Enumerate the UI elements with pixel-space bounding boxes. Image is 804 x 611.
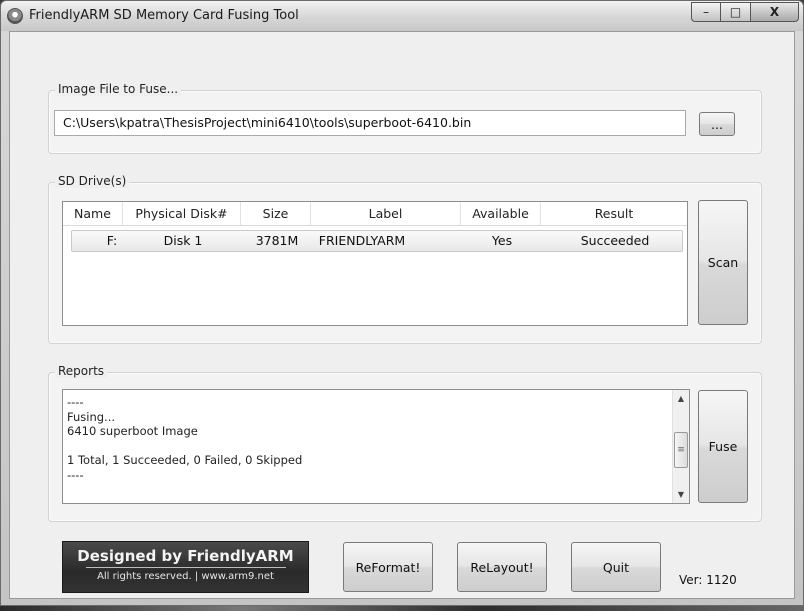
- minimize-button[interactable]: –: [691, 2, 721, 22]
- reformat-button[interactable]: ReFormat!: [343, 542, 433, 592]
- close-button[interactable]: X: [751, 2, 799, 22]
- drive-list-header: Name Physical Disk# Size Label Available…: [63, 202, 687, 226]
- drive-list[interactable]: Name Physical Disk# Size Label Available…: [62, 201, 688, 326]
- sd-drives-legend: SD Drive(s): [55, 174, 130, 188]
- column-header-physical-disk[interactable]: Physical Disk#: [123, 202, 241, 226]
- drive-row[interactable]: F: Disk 1 3781M FRIENDLYARM Yes Succeede…: [71, 230, 683, 252]
- logo-sub-text: All rights reserved. | www.arm9.net: [97, 571, 274, 582]
- client-area: Image File to Fuse... C:\Users\kpatra\Th…: [9, 31, 795, 599]
- window-controls: – □ X: [691, 2, 799, 22]
- image-file-legend: Image File to Fuse...: [55, 82, 182, 96]
- close-icon: X: [769, 5, 780, 19]
- reports-scrollbar[interactable]: ▲ ≡ ▼: [672, 390, 689, 503]
- maximize-icon: □: [729, 5, 742, 19]
- fuse-button[interactable]: Fuse: [698, 390, 748, 503]
- report-line: ----: [67, 467, 84, 482]
- drive-disk: Disk 1: [163, 233, 203, 248]
- quit-button[interactable]: Quit: [571, 542, 661, 592]
- scroll-down-icon[interactable]: ▼: [673, 486, 689, 503]
- title-bar[interactable]: FriendlyARM SD Memory Card Fusing Tool –…: [1, 1, 803, 31]
- drive-size: 3781M: [255, 233, 299, 248]
- report-line: 6410 superboot Image: [67, 424, 198, 438]
- app-window: FriendlyARM SD Memory Card Fusing Tool –…: [0, 0, 804, 606]
- drive-available: Yes: [491, 233, 513, 248]
- logo-divider: [85, 567, 286, 568]
- reports-text: ---- Fusing... 6410 superboot Image 1 To…: [67, 395, 302, 482]
- taskbar-edge: [0, 606, 804, 611]
- relayout-button[interactable]: ReLayout!: [457, 542, 547, 592]
- report-line: Fusing...: [67, 409, 116, 424]
- reports-legend: Reports: [55, 364, 108, 378]
- app-icon[interactable]: [7, 8, 23, 24]
- scan-button[interactable]: Scan: [698, 200, 748, 325]
- window-title: FriendlyARM SD Memory Card Fusing Tool: [29, 8, 299, 23]
- image-path-field[interactable]: C:\Users\kpatra\ThesisProject\mini6410\t…: [54, 110, 686, 136]
- browse-button[interactable]: ...: [699, 112, 735, 136]
- scroll-thumb[interactable]: ≡: [674, 432, 688, 468]
- column-header-name[interactable]: Name: [63, 202, 123, 226]
- reports-log[interactable]: ---- Fusing... 6410 superboot Image 1 To…: [62, 389, 690, 504]
- scroll-up-icon[interactable]: ▲: [673, 390, 689, 407]
- column-header-size[interactable]: Size: [241, 202, 311, 226]
- column-header-result[interactable]: Result: [541, 202, 687, 226]
- drive-result: Succeeded: [580, 233, 650, 248]
- report-line: ----: [67, 395, 84, 409]
- friendlyarm-logo[interactable]: Designed by FriendlyARM All rights reser…: [62, 541, 309, 593]
- minimize-icon: –: [703, 5, 709, 19]
- drive-label: FRIENDLYARM: [318, 233, 406, 248]
- column-header-label[interactable]: Label: [311, 202, 461, 226]
- report-line: 1 Total, 1 Succeeded, 0 Failed, 0 Skippe…: [67, 453, 303, 467]
- maximize-button[interactable]: □: [721, 2, 751, 22]
- report-line: [67, 439, 302, 454]
- column-header-available[interactable]: Available: [461, 202, 541, 226]
- version-label: Ver: 1120: [679, 573, 737, 587]
- logo-main-text: Designed by FriendlyARM: [77, 547, 294, 565]
